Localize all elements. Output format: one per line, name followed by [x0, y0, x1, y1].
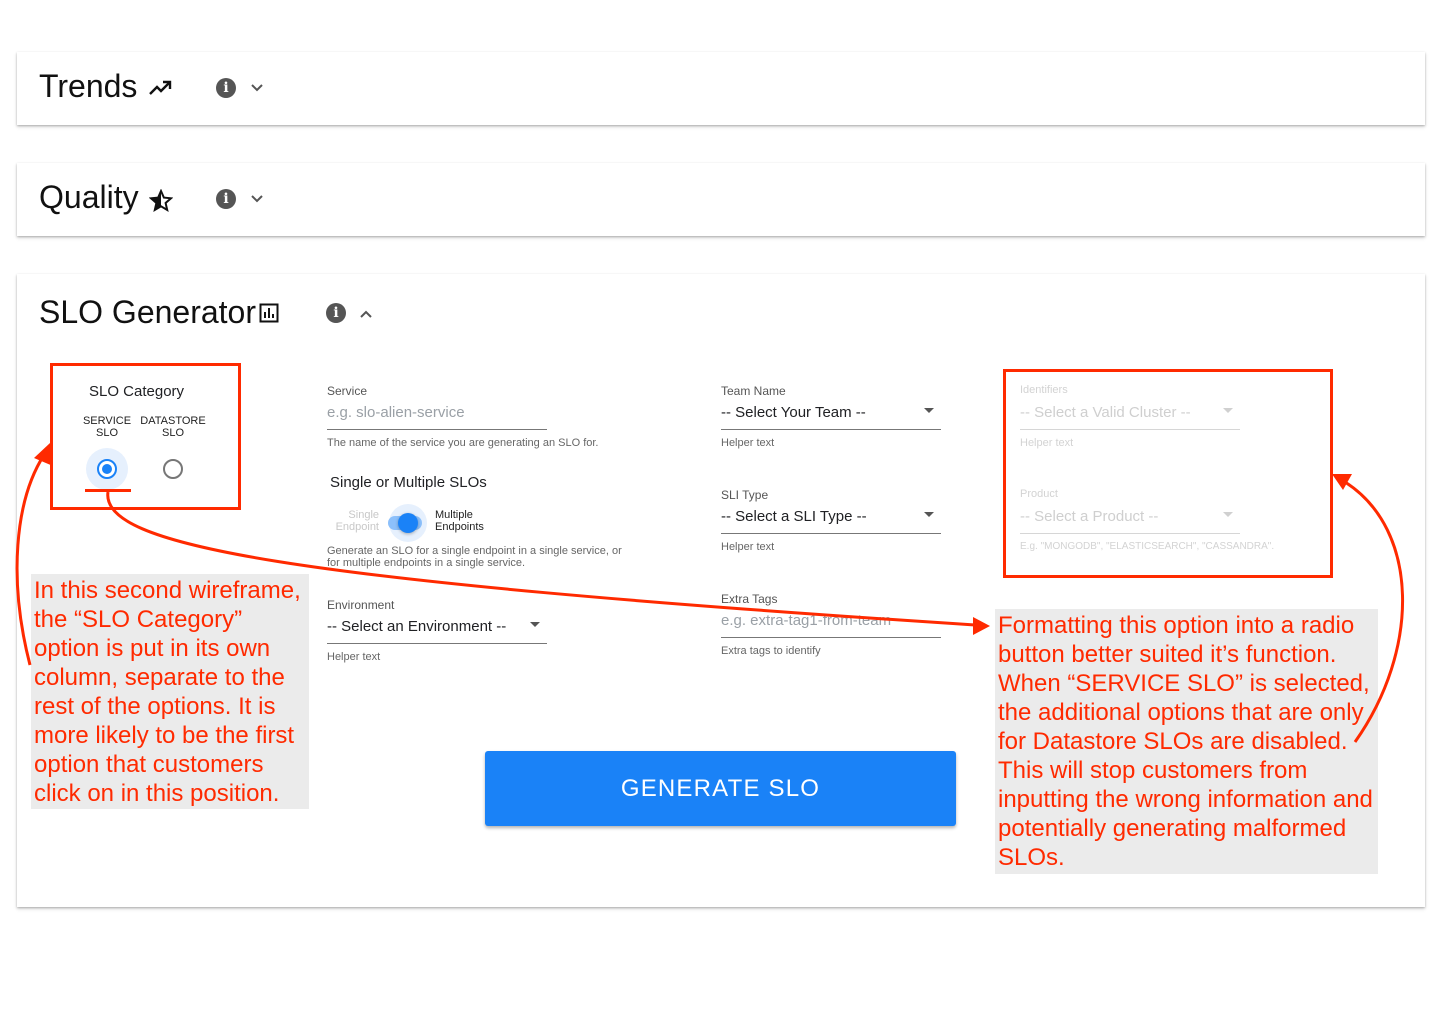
sli-type-dropdown-icon[interactable]	[924, 512, 934, 517]
product-select[interactable]: -- Select a Product --	[1020, 508, 1158, 525]
left-annotation-note: In this second wireframe, the “SLO Categ…	[31, 574, 309, 809]
identifiers-dropdown-icon[interactable]	[1223, 408, 1233, 413]
extra-tags-label: Extra Tags	[721, 592, 778, 606]
multi-slo-helper: Generate an SLO for a single endpoint in…	[327, 545, 622, 569]
team-dropdown-icon[interactable]	[924, 408, 934, 413]
star-half-icon	[149, 189, 173, 213]
service-input[interactable]: e.g. slo-alien-service	[327, 404, 465, 421]
sli-type-select[interactable]: -- Select a SLI Type --	[721, 508, 867, 525]
team-label: Team Name	[721, 384, 786, 398]
datastore-slo-radio[interactable]	[163, 459, 183, 479]
environment-dropdown-icon[interactable]	[530, 622, 540, 627]
team-underline	[721, 429, 941, 430]
environment-label: Environment	[327, 598, 395, 612]
service-label: Service	[327, 384, 368, 398]
sli-type-underline	[721, 533, 941, 534]
chevron-down-icon[interactable]	[250, 81, 264, 95]
info-icon[interactable]: i	[326, 303, 346, 323]
identifiers-helper: Helper text	[1020, 437, 1074, 449]
identifiers-select[interactable]: -- Select a Valid Cluster --	[1020, 404, 1191, 421]
slo-category-title: SLO Category	[89, 383, 185, 400]
product-helper: E.g. "MONGODB", "ELASTICSEARCH", "CASSAN…	[1020, 541, 1275, 552]
product-underline	[1020, 533, 1240, 534]
product-dropdown-icon[interactable]	[1223, 512, 1233, 517]
environment-underline	[327, 643, 547, 644]
quality-card: Quality i	[17, 163, 1425, 236]
generate-slo-button[interactable]: GENERATE SLO	[485, 751, 956, 826]
multi-slo-title: Single or Multiple SLOs	[330, 474, 487, 491]
extra-tags-underline	[721, 637, 941, 638]
info-icon[interactable]: i	[216, 78, 236, 98]
datastore-slo-label: DATASTORE SLO	[140, 415, 206, 439]
team-select[interactable]: -- Select Your Team --	[721, 404, 866, 421]
toggle-knob[interactable]	[398, 513, 418, 533]
chevron-down-icon[interactable]	[250, 192, 264, 206]
trending-up-icon	[149, 80, 172, 95]
extra-tags-input[interactable]: e.g. extra-tag1-from-team	[721, 612, 891, 629]
info-icon[interactable]: i	[216, 189, 236, 209]
environment-helper: Helper text	[327, 651, 381, 663]
service-underline	[327, 429, 547, 430]
right-annotation-note: Formatting this option into a radio butt…	[995, 609, 1378, 874]
extra-tags-helper: Extra tags to identify	[721, 645, 821, 657]
selected-underline	[85, 489, 131, 492]
product-label: Product	[1020, 488, 1058, 500]
identifiers-underline	[1020, 429, 1240, 430]
environment-select[interactable]: -- Select an Environment --	[327, 618, 506, 635]
chevron-up-icon[interactable]	[359, 307, 373, 321]
team-helper: Helper text	[721, 437, 775, 449]
quality-title: Quality	[39, 179, 139, 215]
identifiers-label: Identifiers	[1020, 384, 1068, 396]
service-helper: The name of the service you are generati…	[327, 437, 599, 449]
bar-chart-icon	[259, 303, 279, 323]
slo-generator-title: SLO Generator	[39, 294, 256, 330]
sli-type-helper: Helper text	[721, 541, 775, 553]
single-endpoint-label: Single Endpoint	[335, 509, 379, 533]
service-slo-radio[interactable]	[97, 459, 117, 479]
service-slo-label: SERVICE SLO	[82, 415, 132, 439]
multiple-endpoints-label: Multiple Endpoints	[435, 509, 484, 533]
trends-card: Trends i	[17, 52, 1425, 125]
trends-title: Trends	[39, 68, 138, 104]
sli-type-label: SLI Type	[721, 488, 769, 502]
